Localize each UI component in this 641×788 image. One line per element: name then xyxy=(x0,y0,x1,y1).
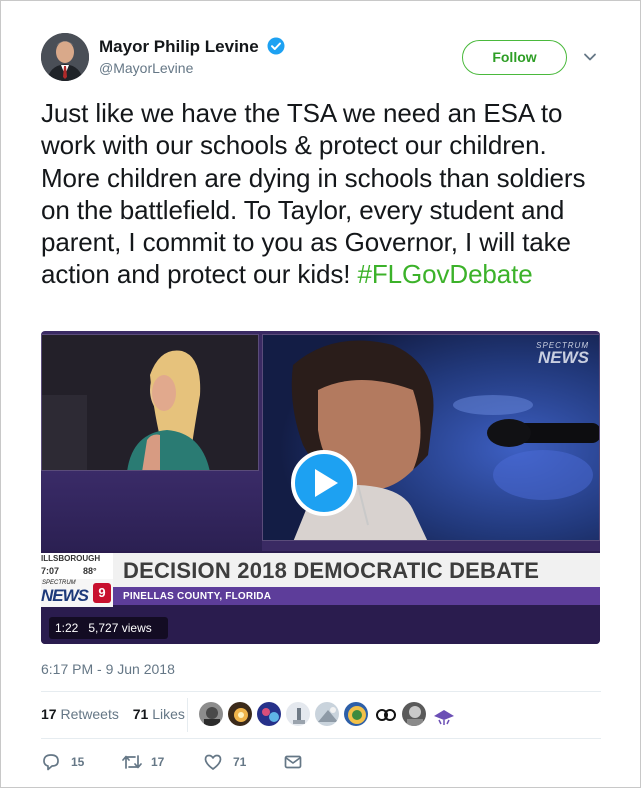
play-button[interactable] xyxy=(291,450,357,516)
author-handle[interactable]: @MayorLevine xyxy=(99,60,285,76)
heart-icon xyxy=(204,754,222,770)
liker-avatar[interactable] xyxy=(401,701,427,727)
station-brand: SPECTRUM NEWS 9 xyxy=(41,579,113,607)
verified-badge-icon xyxy=(267,37,285,55)
likes-label: Likes xyxy=(152,706,185,722)
retweet-icon xyxy=(122,755,142,769)
play-icon xyxy=(315,469,338,497)
station-channel-badge: 9 xyxy=(93,583,111,603)
station-time: 7:07 xyxy=(41,566,60,576)
author-display-name[interactable]: Mayor Philip Levine xyxy=(99,37,259,57)
channel-logo: SPECTRUM NEWS xyxy=(536,341,589,367)
tweet-timestamp[interactable]: 6:17 PM - 9 Jun 2018 xyxy=(41,661,175,677)
likes-count: 71 xyxy=(132,706,149,722)
station-location: ILLSBOROUGH xyxy=(41,554,101,563)
retweets-count: 17 xyxy=(41,706,57,722)
tweet-header: Mayor Philip Levine @MayorLevine Follow xyxy=(41,33,610,85)
video-background-band xyxy=(41,471,262,551)
station-bug: ILLSBOROUGH 7:07 88° SPECTRUM NEWS 9 xyxy=(41,553,113,607)
channel-logo-bottom: NEWS xyxy=(538,348,589,367)
station-brand-bottom: NEWS xyxy=(41,586,89,605)
lower-third-subtitle: PINELLAS COUNTY, FLORIDA xyxy=(123,591,272,602)
tweet-card: Mayor Philip Levine @MayorLevine Follow … xyxy=(0,0,641,788)
liker-avatar[interactable] xyxy=(430,701,456,727)
reply-count: 15 xyxy=(71,755,85,769)
tweet-text: Just like we have the TSA we need an ESA… xyxy=(41,97,606,291)
retweet-count: 17 xyxy=(151,755,165,769)
hashtag-link[interactable]: #FLGovDebate xyxy=(358,259,533,289)
station-temperature: 88° xyxy=(83,566,97,576)
video-duration: 1:22 xyxy=(55,621,79,635)
divider xyxy=(41,738,601,739)
author-avatar[interactable] xyxy=(41,33,89,81)
video-meta-overlay: 1:22 5,727 views xyxy=(49,617,168,639)
retweets-stat[interactable]: 17 Retweets xyxy=(41,706,119,722)
lower-third-title: DECISION 2018 DEMOCRATIC DEBATE xyxy=(123,558,540,583)
liker-avatar[interactable] xyxy=(314,701,340,727)
envelope-icon xyxy=(284,755,302,769)
liker-avatar[interactable] xyxy=(256,701,282,727)
stats-divider xyxy=(187,698,188,732)
video-inset-left xyxy=(41,334,259,471)
author-names: Mayor Philip Levine @MayorLevine xyxy=(99,37,285,76)
video-player[interactable]: SPECTRUM NEWS DECISION 2018 DEMOCRATIC D… xyxy=(41,331,600,644)
retweets-label: Retweets xyxy=(60,706,119,722)
liker-avatar[interactable] xyxy=(227,701,253,727)
direct-message-button[interactable] xyxy=(283,751,307,773)
chevron-down-icon[interactable] xyxy=(582,49,598,65)
like-button[interactable]: 71 xyxy=(203,751,263,773)
retweet-button[interactable]: 17 xyxy=(121,751,181,773)
liker-avatar[interactable] xyxy=(343,701,369,727)
liker-avatar[interactable] xyxy=(372,701,398,727)
liker-avatar[interactable] xyxy=(198,701,224,727)
reply-button[interactable]: 15 xyxy=(41,751,101,773)
tweet-stats: 17 Retweets 71 Likes xyxy=(41,706,195,722)
liker-avatar[interactable] xyxy=(285,701,311,727)
video-views: 5,727 views xyxy=(88,621,152,635)
follow-button[interactable]: Follow xyxy=(462,40,567,75)
reply-icon xyxy=(43,754,59,771)
likes-stat[interactable]: 71 Likes xyxy=(133,706,185,722)
like-count: 71 xyxy=(233,755,247,769)
divider xyxy=(41,691,601,692)
